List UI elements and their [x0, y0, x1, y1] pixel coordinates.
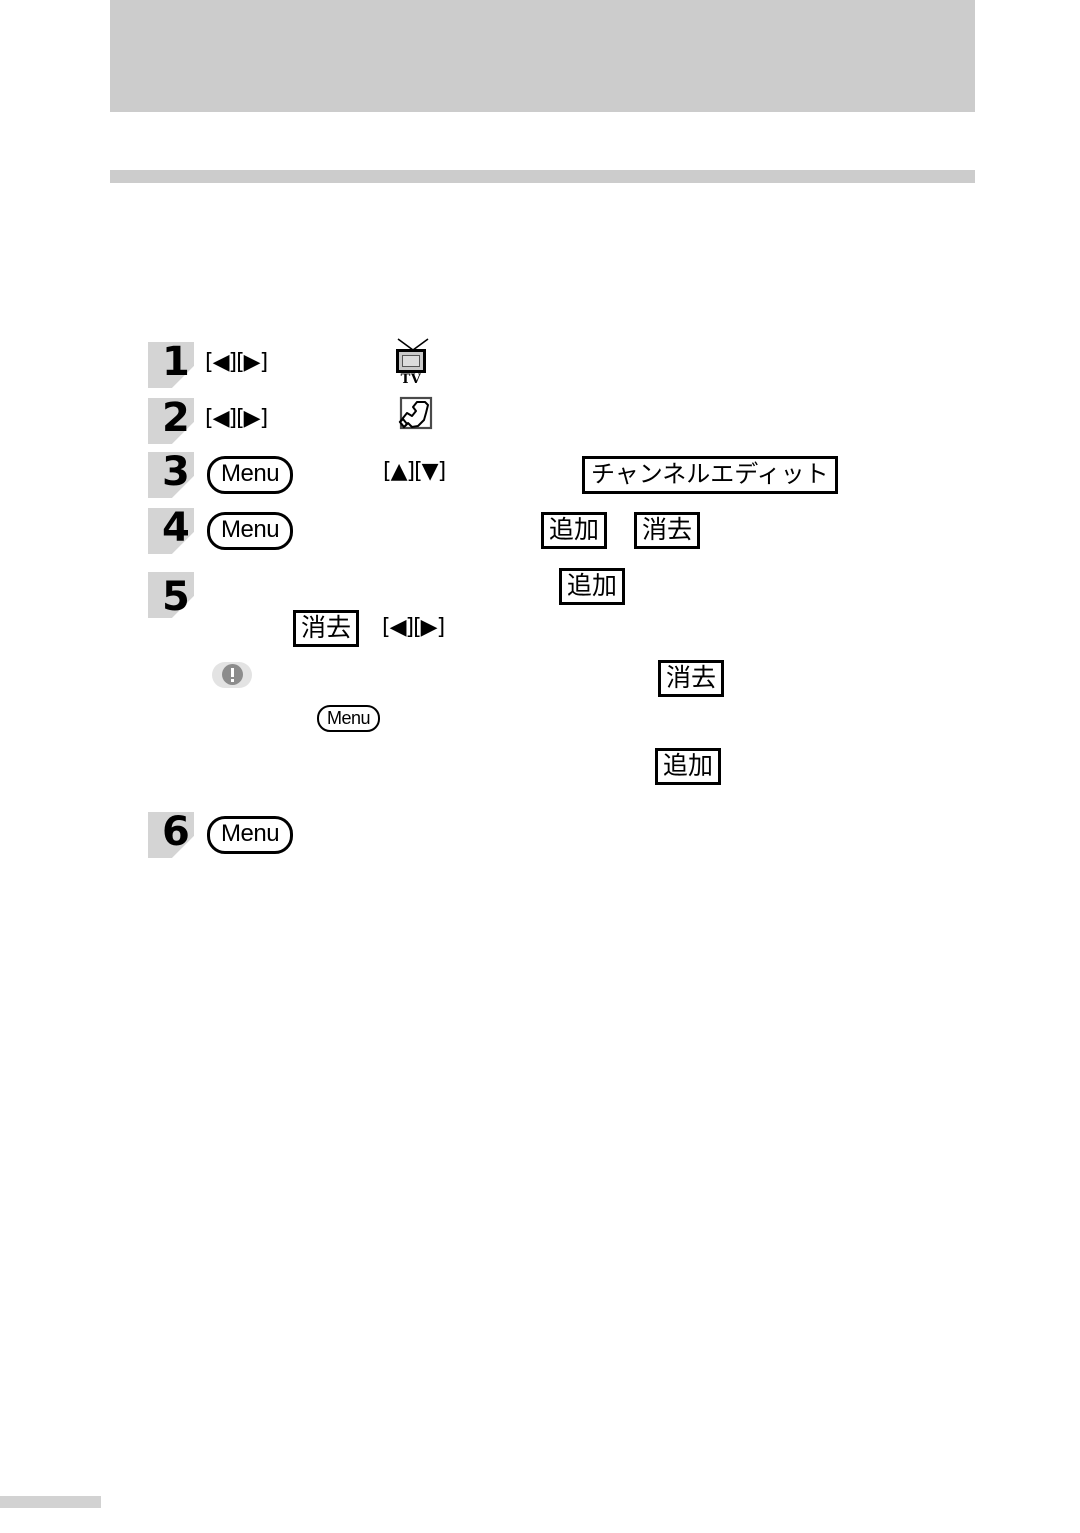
section-divider-rule	[110, 170, 975, 183]
step-6-number: 6	[162, 809, 190, 855]
tv-icon: TV	[390, 338, 436, 390]
step-4-number: 4	[162, 505, 190, 551]
caution-icon	[212, 662, 252, 688]
menu-button-note[interactable]: Menu	[317, 705, 381, 732]
add-token-step-4: 追加	[541, 512, 608, 549]
tv-icon-label: TV	[400, 372, 422, 387]
manual-page: 1 [◀][▶] TV 2 [◀][▶] 3 Menu [▲][▼] チャンネル…	[0, 0, 1080, 1533]
menu-button-step-4[interactable]: Menu	[207, 512, 294, 550]
tv-body	[396, 349, 426, 373]
menu-button-step-6[interactable]: Menu	[207, 816, 294, 854]
page-edge-tab	[0, 1496, 101, 1508]
delete-token-step-5: 消去	[293, 610, 360, 647]
step-1-number: 1	[162, 339, 190, 385]
page-header-band	[110, 0, 975, 112]
wrench-glyph	[398, 396, 433, 430]
channel-edit-token: チャンネルエディット	[582, 456, 838, 494]
step-2-number: 2	[162, 395, 190, 441]
add-token-step-5: 追加	[559, 568, 626, 605]
add-token-note: 追加	[655, 748, 722, 785]
step-3-number: 3	[162, 449, 190, 495]
step-2-arrow-keys: [◀][▶]	[205, 406, 268, 431]
delete-token-step-4: 消去	[634, 512, 701, 549]
menu-button-step-3[interactable]: Menu	[207, 456, 294, 494]
tv-screen	[402, 355, 420, 367]
exclamation-glyph	[222, 664, 243, 685]
step-1-arrow-keys: [◀][▶]	[205, 350, 268, 375]
step-5-number: 5	[162, 574, 190, 620]
step-5-arrow-keys: [◀][▶]	[382, 615, 445, 640]
delete-token-note: 消去	[658, 660, 725, 697]
wrench-icon	[395, 396, 435, 434]
step-3-arrow-keys: [▲][▼]	[383, 459, 446, 484]
